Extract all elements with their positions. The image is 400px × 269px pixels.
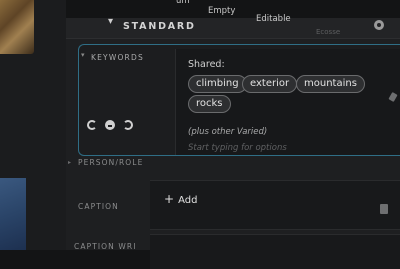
add-button[interactable]: + Add — [164, 192, 197, 206]
add-label: Add — [178, 195, 198, 206]
toolbar-item[interactable]: Ecosse — [316, 28, 340, 36]
toolbar-item[interactable]: um — [176, 0, 190, 6]
other-varied-note: (plus other Varied) — [188, 127, 268, 137]
plus-icon: + — [164, 192, 175, 206]
photo-thumbnail[interactable] — [0, 178, 26, 250]
remove-icon[interactable] — [105, 120, 116, 130]
undo-icon[interactable] — [87, 120, 97, 130]
keyword-chip[interactable]: climbing — [188, 75, 247, 93]
shared-label: Shared: — [188, 59, 225, 70]
toolbar-item[interactable]: Editable — [256, 14, 291, 24]
keyword-chip[interactable]: exterior — [242, 75, 298, 93]
keywords-field[interactable]: ▾ KEYWORDS Shared: climbing exterior mou… — [78, 44, 400, 156]
chevron-down-icon[interactable]: ▸ — [68, 159, 71, 166]
pin-icon[interactable] — [388, 92, 398, 102]
thumbnail-strip — [0, 0, 66, 250]
keywords-editor[interactable]: Shared: climbing exterior mountains rock… — [175, 49, 400, 155]
person-role-field[interactable]: + Add — [150, 180, 400, 230]
keyword-chip[interactable]: mountains — [296, 75, 365, 93]
keyword-search-input[interactable]: Start typing for options — [188, 143, 287, 153]
person-role-label: PERSON/ROLE — [78, 158, 144, 167]
photo-thumbnail[interactable] — [0, 0, 34, 54]
keyword-chip[interactable]: rocks — [188, 95, 231, 113]
caption-label: CAPTION — [78, 202, 119, 211]
keywords-label: KEYWORDS — [91, 53, 144, 62]
metadata-panel: ▾ STANDARD ▾ KEYWORDS Shared: climbing e… — [66, 16, 400, 269]
toolbar-item[interactable]: Empty — [208, 6, 235, 16]
keyword-actions — [87, 115, 136, 134]
filter-toolbar: um Empty Editable Ecosse — [150, 0, 400, 36]
chevron-down-icon[interactable]: ▾ — [108, 16, 113, 27]
sync-icon[interactable] — [123, 120, 134, 130]
document-icon[interactable] — [380, 204, 388, 214]
chevron-down-icon[interactable]: ▾ — [81, 51, 85, 59]
caption-field[interactable] — [150, 234, 400, 269]
